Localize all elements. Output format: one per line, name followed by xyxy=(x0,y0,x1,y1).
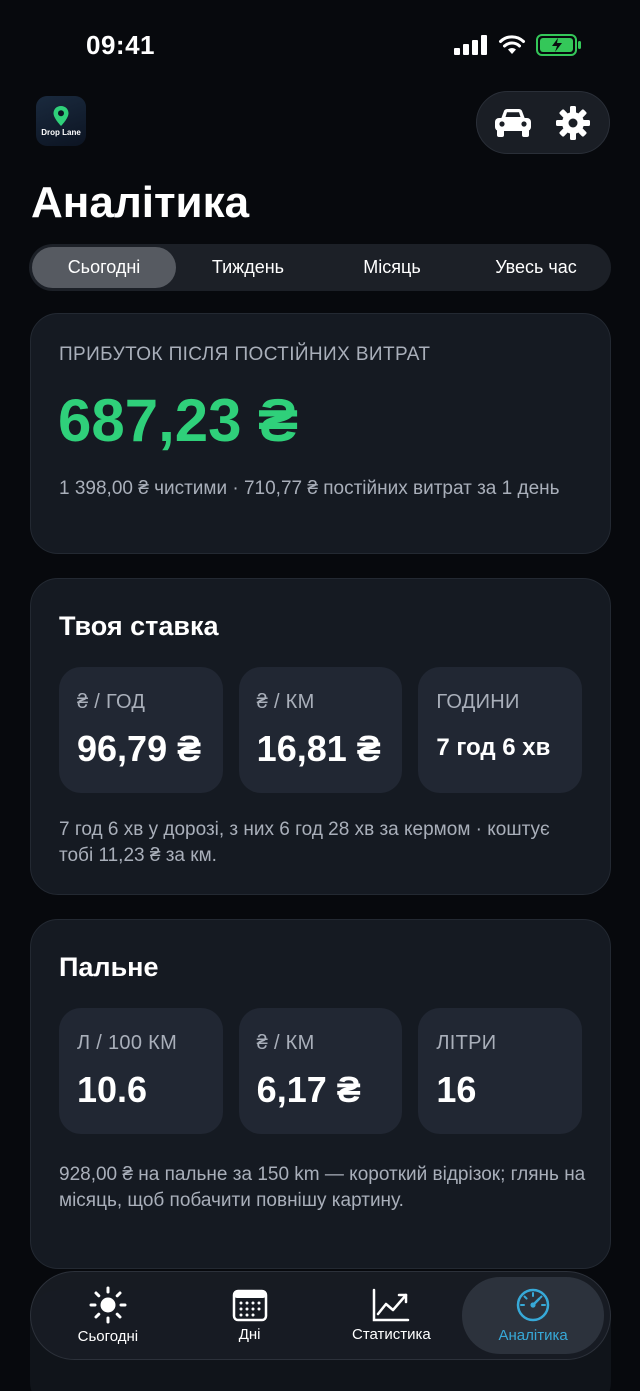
car-icon xyxy=(495,108,531,137)
fuel-card-title: Пальне xyxy=(59,952,159,982)
tab-label: Сьогодні xyxy=(77,1328,139,1345)
rate-per-hour-stat: ₴ / ГОД 96,79 ₴ xyxy=(59,667,223,793)
fuel-liters-stat: ЛІТРИ 16 xyxy=(418,1008,583,1134)
profit-value: 687,23 ₴ xyxy=(58,387,299,454)
period-segmented-control: Сьогодні Тиждень Місяць Увесь час xyxy=(29,244,611,291)
stat-label: Л / 100 КМ xyxy=(77,1032,178,1054)
profit-card: ПРИБУТОК ПІСЛЯ ПОСТІЙНИХ ВИТРАТ 687,23 ₴… xyxy=(30,313,611,554)
profit-note: 1 398,00 ₴ чистими · 710,77 ₴ постійних … xyxy=(59,478,560,499)
fuel-consumption-stat: Л / 100 КМ 10.6 xyxy=(59,1008,223,1134)
period-tab-week[interactable]: Тиждень xyxy=(176,247,320,288)
tab-label: Статистика xyxy=(351,1326,431,1343)
stat-label: ₴ / ГОД xyxy=(77,691,146,713)
fuel-cost-per-km-stat: ₴ / КМ 6,17 ₴ xyxy=(238,1008,403,1134)
header-actions xyxy=(476,91,610,154)
stat-label: ₴ / КМ xyxy=(256,691,315,713)
bottom-tab-bar: Сьогодні Дні Статистика Аналітика xyxy=(30,1271,611,1360)
stat-value: 6,17 ₴ xyxy=(256,1069,361,1110)
tab-analytics[interactable]: Аналітика xyxy=(462,1277,604,1354)
stat-value: 16,81 ₴ xyxy=(256,728,381,769)
sun-icon xyxy=(89,1286,127,1324)
settings-button[interactable] xyxy=(547,97,599,149)
calendar-icon xyxy=(232,1289,267,1322)
status-icons xyxy=(454,34,582,56)
status-time: 09:41 xyxy=(86,30,155,60)
fuel-note: 928,00 ₴ на пальне за 150 km — короткий … xyxy=(59,1164,586,1211)
profit-label: ПРИБУТОК ПІСЛЯ ПОСТІЙНИХ ВИТРАТ xyxy=(59,344,431,365)
period-tab-all-time[interactable]: Увесь час xyxy=(464,247,608,288)
period-tab-today[interactable]: Сьогодні xyxy=(32,247,176,288)
speedometer-icon xyxy=(516,1288,550,1322)
app-logo-text: Drop Lane xyxy=(41,128,81,137)
page-title: Аналітика xyxy=(31,178,250,227)
period-tab-month[interactable]: Місяць xyxy=(320,247,464,288)
rate-card: Твоя ставка ₴ / ГОД 96,79 ₴ ₴ / КМ 16,81… xyxy=(30,578,611,895)
stat-value: 7 год 6 хв xyxy=(436,734,551,761)
tab-today[interactable]: Сьогодні xyxy=(37,1277,179,1354)
stat-label: ₴ / КМ xyxy=(256,1032,315,1054)
rate-stats: ₴ / ГОД 96,79 ₴ ₴ / КМ 16,81 ₴ ГОДИНИ 7 … xyxy=(59,667,583,793)
fuel-stats: Л / 100 КМ 10.6 ₴ / КМ 6,17 ₴ ЛІТРИ 16 xyxy=(59,1008,583,1134)
app-logo: Drop Lane xyxy=(36,96,86,146)
stat-value: 16 xyxy=(436,1069,477,1110)
stat-value: 10.6 xyxy=(77,1069,148,1110)
tab-label: Аналітика xyxy=(498,1327,568,1344)
hours-stat: ГОДИНИ 7 год 6 хв xyxy=(418,667,583,793)
fuel-card: Пальне Л / 100 КМ 10.6 ₴ / КМ 6,17 ₴ ЛІТ… xyxy=(30,919,611,1269)
rate-per-km-stat: ₴ / КМ 16,81 ₴ xyxy=(238,667,403,793)
status-bar: 09:41 xyxy=(0,0,640,92)
cellular-signal-icon xyxy=(454,35,487,55)
stat-label: ГОДИНИ xyxy=(436,691,520,713)
battery-charging-icon xyxy=(536,34,581,56)
stat-value: 96,79 ₴ xyxy=(77,728,202,769)
rate-note: 7 год 6 хв у дорозі, з них 6 год 28 хв з… xyxy=(59,819,550,866)
chart-line-icon xyxy=(373,1288,410,1322)
tab-statistics[interactable]: Статистика xyxy=(321,1277,463,1354)
map-pin-icon xyxy=(53,106,69,126)
gear-icon xyxy=(556,105,590,140)
tab-days[interactable]: Дні xyxy=(179,1277,321,1354)
vehicle-button[interactable] xyxy=(487,97,539,149)
stat-label: ЛІТРИ xyxy=(436,1032,497,1054)
tab-label: Дні xyxy=(238,1326,261,1343)
wifi-icon xyxy=(499,35,525,54)
rate-card-title: Твоя ставка xyxy=(59,611,219,641)
